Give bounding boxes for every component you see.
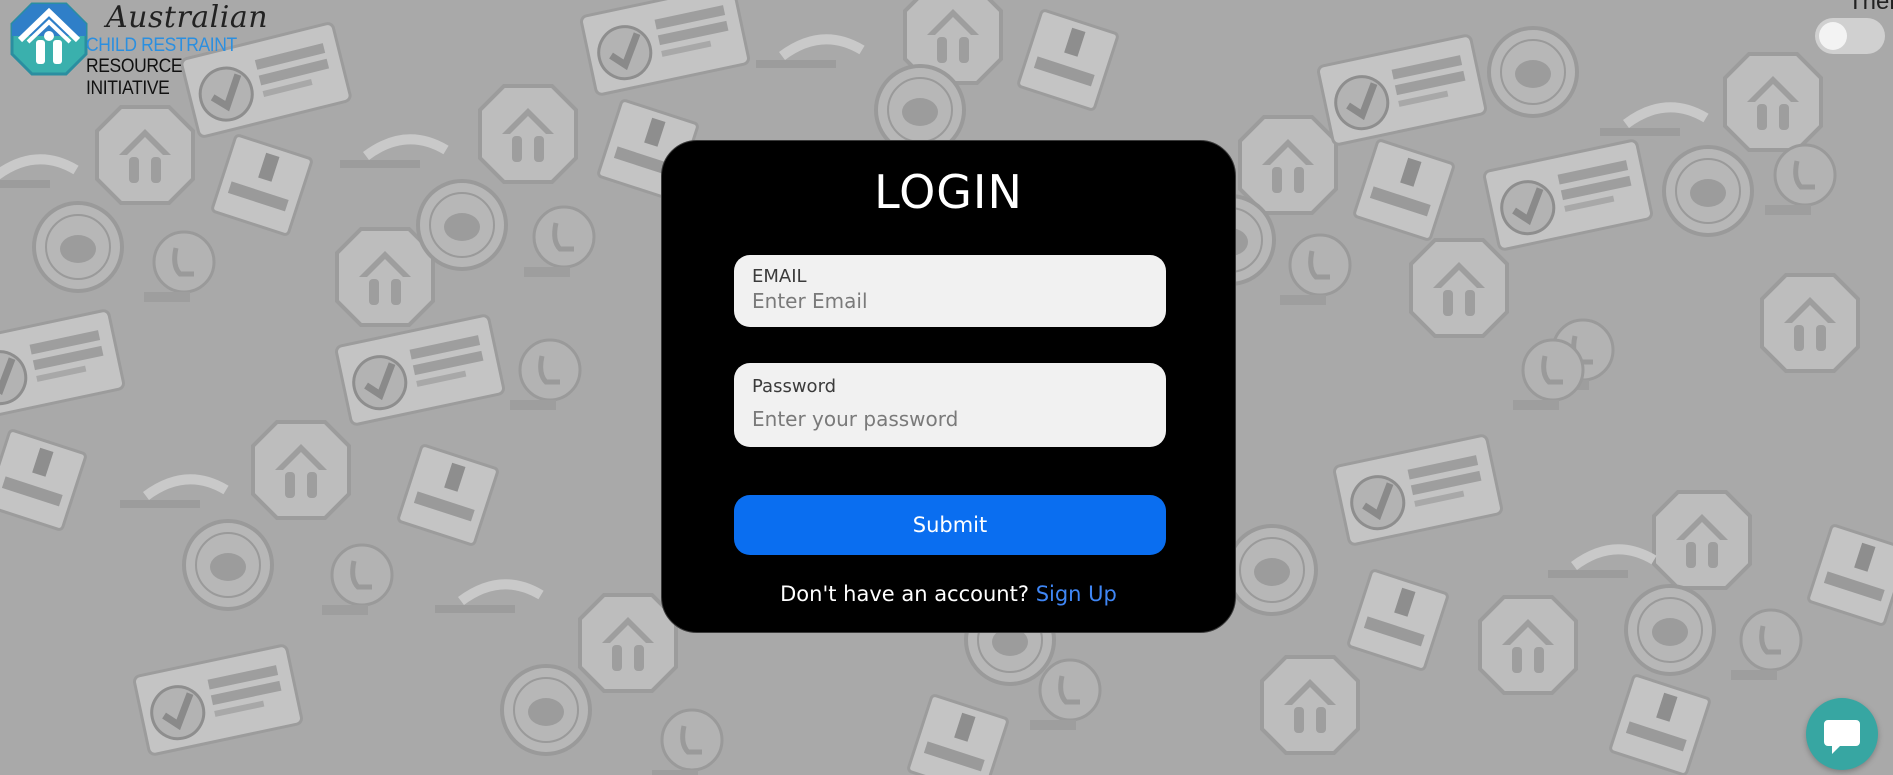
logo-mark-icon: [10, 2, 88, 76]
password-label: Password: [752, 376, 837, 397]
login-card: LOGIN EMAIL Password Submit Don't have a…: [661, 140, 1236, 633]
chat-icon: [1824, 720, 1860, 754]
logo-line-resource-initiative: RESOURCE INITIATIVE: [86, 56, 183, 99]
logo-line-child-restraint: CHILD RESTRAINT: [86, 35, 237, 56]
signup-prompt: Don't have an account?: [780, 582, 1029, 606]
theme-toggle[interactable]: [1815, 18, 1885, 54]
email-label: EMAIL: [752, 266, 807, 287]
chat-button[interactable]: [1806, 698, 1878, 770]
submit-button[interactable]: Submit: [734, 495, 1166, 555]
logo-script-text: Australian: [106, 0, 269, 35]
signup-row: Don't have an account? Sign Up: [662, 582, 1235, 606]
password-field[interactable]: Password: [734, 363, 1166, 447]
login-title: LOGIN: [874, 165, 1023, 219]
password-input[interactable]: [752, 407, 1148, 431]
site-logo[interactable]: Australian CHILD RESTRAINT RESOURCE INIT…: [10, 0, 268, 99]
theme-toggle-knob: [1819, 22, 1847, 50]
sign-up-link[interactable]: Sign Up: [1036, 582, 1117, 606]
email-field[interactable]: EMAIL: [734, 255, 1166, 327]
email-input[interactable]: [752, 289, 1148, 313]
theme-label: Theme: [1848, 0, 1893, 15]
